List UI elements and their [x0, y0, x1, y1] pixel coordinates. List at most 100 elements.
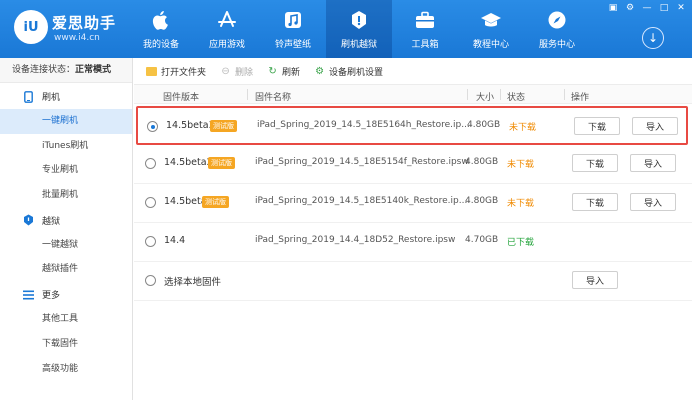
nav-label: 刷机越狱: [340, 40, 377, 50]
open-folder-button[interactable]: 打开文件夹: [146, 65, 206, 78]
nav-label: 我的设备: [142, 40, 179, 50]
firmware-size: 4.80GB: [465, 157, 499, 167]
sidebar-item-pro-flash[interactable]: 专业刷机: [0, 158, 132, 183]
nav-my-device[interactable]: 我的设备: [128, 0, 194, 58]
import-button[interactable]: 导入: [572, 271, 618, 289]
sidebar-group-label: 更多: [42, 291, 61, 302]
sidebar-item-jailbreak-plugins[interactable]: 越狱插件: [0, 257, 132, 282]
app-logo-icon: iU: [14, 10, 48, 44]
col-name: 固件名称: [255, 93, 292, 103]
col-action: 操作: [571, 93, 590, 103]
firmware-version: 14.4: [164, 235, 186, 246]
nav-label: 教程中心: [472, 40, 509, 50]
col-size: 大小: [476, 93, 495, 103]
local-firmware-row[interactable]: 选择本地固件 导入: [134, 262, 692, 301]
firmware-size: 4.80GB: [465, 196, 499, 206]
refresh-icon: ↻: [268, 65, 277, 77]
nav-ringtones-wallpapers[interactable]: 铃声壁纸: [260, 0, 326, 58]
app-url: www.i4.cn: [54, 33, 100, 43]
firmware-name: iPad_Spring_2019_14.5_18E5140k_Restore.i…: [255, 196, 468, 206]
sidebar-group-more[interactable]: 更多: [0, 282, 132, 307]
top-header: iU 爱思助手 www.i4.cn 我的设备 应用游戏 铃声壁纸 刷机越狱 工具…: [0, 0, 692, 58]
device-status-value: 正常模式: [75, 65, 112, 75]
device-status-label: 设备连接状态：: [12, 65, 76, 75]
sidebar-group-flash[interactable]: 刷机: [0, 84, 132, 109]
sidebar-group-label: 刷机: [42, 93, 61, 103]
import-button[interactable]: 导入: [630, 154, 676, 172]
maximize-icon[interactable]: □: [657, 3, 671, 13]
delete-button[interactable]: ⊖ 删除: [220, 65, 253, 78]
gear-icon: ⚙: [315, 65, 325, 77]
firmware-status: 未下载: [507, 160, 535, 170]
nav-apps-games[interactable]: 应用游戏: [194, 0, 260, 58]
row-radio[interactable]: [145, 275, 156, 286]
download-button[interactable]: 下载: [572, 193, 618, 211]
nav-label: 工具箱: [411, 40, 439, 50]
beta-badge: 测试版: [210, 120, 237, 132]
firmware-status: 未下载: [507, 199, 535, 209]
flash-settings-button[interactable]: ⚙ 设备刷机设置: [314, 65, 383, 78]
delete-label: 删除: [235, 67, 254, 78]
flash-settings-label: 设备刷机设置: [329, 67, 384, 78]
sidebar-group-jailbreak[interactable]: 越狱: [0, 208, 132, 233]
refresh-button[interactable]: ↻ 刷新: [267, 65, 300, 78]
close-icon[interactable]: ✕: [674, 3, 688, 13]
toolbox-icon: [414, 9, 436, 31]
main-nav: 我的设备 应用游戏 铃声壁纸 刷机越狱 工具箱 教程中心 服务中心: [128, 0, 590, 58]
row-radio[interactable]: [145, 197, 156, 208]
app-store-icon: [216, 9, 238, 31]
apple-icon: [150, 9, 172, 31]
settings-icon[interactable]: ⚙: [623, 3, 637, 13]
jailbreak-icon: [22, 214, 34, 226]
delete-icon: ⊖: [221, 65, 230, 77]
local-firmware-label: 选择本地固件: [164, 277, 222, 288]
window-controls: ▣ ⚙ — □ ✕: [606, 3, 688, 13]
col-status: 状态: [507, 93, 526, 103]
nav-flash-jailbreak[interactable]: 刷机越狱: [326, 0, 392, 58]
beta-badge: 测试版: [202, 196, 229, 208]
firmware-size: 4.70GB: [465, 235, 499, 245]
sidebar-item-itunes-flash[interactable]: iTunes刷机: [0, 134, 132, 159]
music-note-icon: [282, 9, 304, 31]
nav-tutorial-center[interactable]: 教程中心: [458, 0, 524, 58]
firmware-version: 14.5beta3: [166, 120, 215, 131]
sidebar-item-one-click-jailbreak[interactable]: 一键越狱: [0, 233, 132, 258]
refresh-label: 刷新: [282, 67, 301, 78]
sidebar-item-download-firmware[interactable]: 下载固件: [0, 332, 132, 357]
import-button[interactable]: 导入: [630, 193, 676, 211]
sidebar-item-batch-flash[interactable]: 批量刷机: [0, 183, 132, 208]
graduation-cap-icon: [480, 9, 502, 31]
firmware-row[interactable]: 14.5beta3 测试版 iPad_Spring_2019_14.5_18E5…: [136, 106, 688, 145]
phone-icon: [22, 90, 34, 103]
sidebar: 设备连接状态：正常模式 刷机 一键刷机 iTunes刷机 专业刷机 批量刷机 越…: [0, 58, 133, 400]
sidebar-item-other-tools[interactable]: 其他工具: [0, 307, 132, 332]
skin-icon[interactable]: ▣: [606, 3, 620, 13]
firmware-status: 未下载: [509, 123, 537, 133]
app-name: 爱思助手: [52, 14, 117, 32]
device-status: 设备连接状态：正常模式: [0, 58, 132, 83]
dropbox-icon: [348, 9, 370, 31]
toolbar: 打开文件夹 ⊖ 删除 ↻ 刷新 ⚙ 设备刷机设置: [134, 58, 692, 85]
nav-service-center[interactable]: 服务中心: [524, 0, 590, 58]
firmware-row[interactable]: 14.5beta2 测试版 iPad_Spring_2019_14.5_18E5…: [134, 145, 692, 184]
sidebar-item-advanced[interactable]: 高级功能: [0, 357, 132, 382]
download-button[interactable]: 下载: [572, 154, 618, 172]
firmware-row[interactable]: 14.4 iPad_Spring_2019_14.4_18D52_Restore…: [134, 223, 692, 262]
compass-icon: [546, 9, 568, 31]
download-button[interactable]: 下载: [574, 117, 620, 135]
firmware-row[interactable]: 14.5beta 测试版 iPad_Spring_2019_14.5_18E51…: [134, 184, 692, 223]
row-radio[interactable]: [145, 236, 156, 247]
download-manager-icon[interactable]: ↓: [642, 27, 664, 49]
table-header: 固件版本 固件名称 大小 状态 操作: [134, 85, 692, 104]
row-radio[interactable]: [147, 121, 158, 132]
minimize-icon[interactable]: —: [640, 3, 654, 13]
nav-toolbox[interactable]: 工具箱: [392, 0, 458, 58]
row-radio[interactable]: [145, 158, 156, 169]
import-button[interactable]: 导入: [632, 117, 678, 135]
sidebar-item-one-click-flash[interactable]: 一键刷机: [0, 109, 132, 134]
firmware-name: iPad_Spring_2019_14.5_18E5154f_Restore.i…: [255, 157, 469, 167]
firmware-name: iPad_Spring_2019_14.5_18E5164h_Restore.i…: [257, 120, 470, 130]
folder-icon: [146, 66, 157, 77]
firmware-name: iPad_Spring_2019_14.4_18D52_Restore.ipsw: [255, 235, 456, 245]
firmware-version: 14.5beta2: [164, 157, 213, 168]
